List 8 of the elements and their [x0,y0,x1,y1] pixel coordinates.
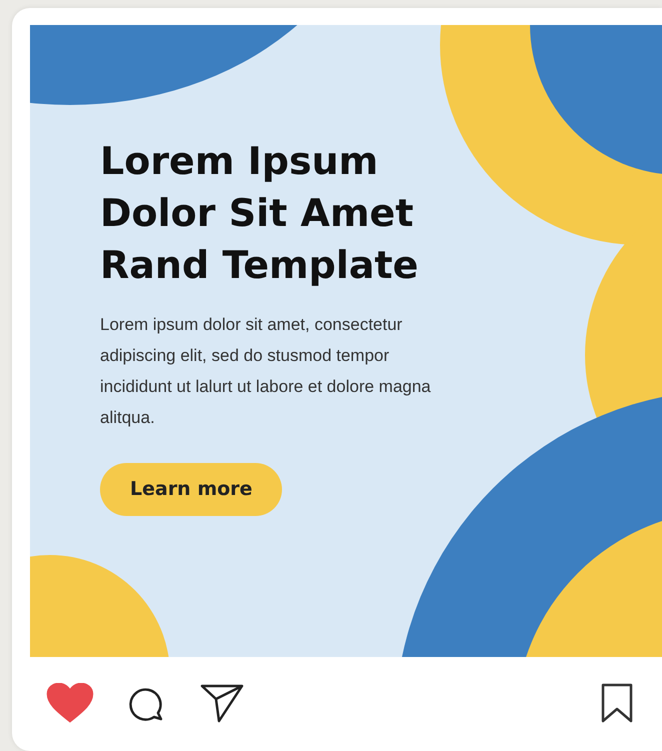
headline: Lorem Ipsum [100,138,380,185]
send-icon[interactable] [200,683,244,723]
heart-icon[interactable] [46,683,94,723]
body-text: Lorem ipsum dolor sit amet, consectetur adipiscing elit, sed do stusmod tempor incididunt ut lalurt ut labore et dolore magna alitqua. [100,314,432,429]
headline: Dolor Sit Amet [100,190,414,237]
bookmark-icon[interactable] [600,683,634,723]
headline: Rand Template [100,242,420,289]
learn-more-button[interactable]: Learn more [100,463,282,516]
